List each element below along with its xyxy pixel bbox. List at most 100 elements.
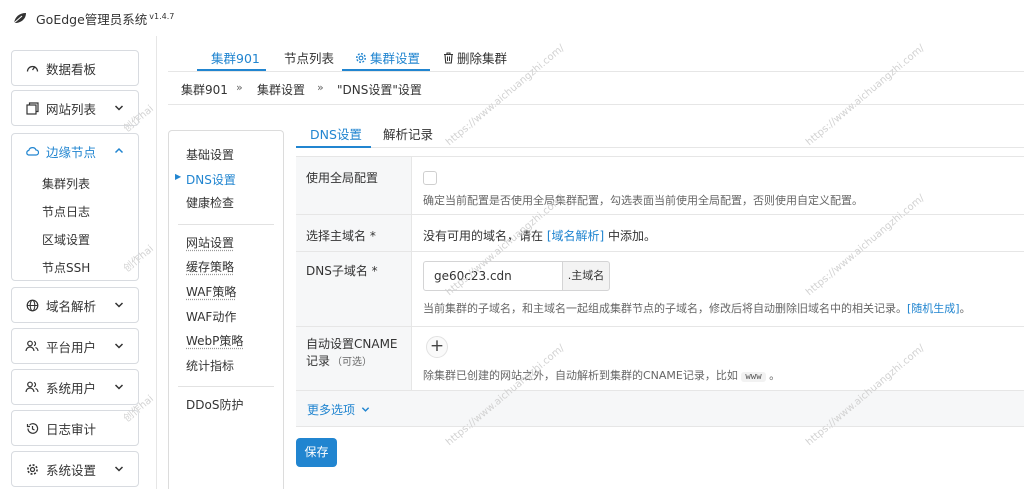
tab-cluster-underline <box>197 69 266 71</box>
menu-edge-nodes[interactable]: 边缘节点 <box>12 134 138 168</box>
tab-nodes[interactable]: 节点列表 <box>284 48 334 67</box>
main-domain-message: 没有可用的域名，请在 [域名解析] 中添加。 <box>423 227 656 244</box>
second-menu-divider <box>178 386 274 387</box>
dashboard-gauge-icon <box>25 61 39 75</box>
chevron-down-icon <box>114 343 124 349</box>
second-menu-ddos[interactable]: DDoS防护 <box>186 396 243 413</box>
cname-optional: （可选） <box>332 357 372 368</box>
breadcrumb-divider <box>168 104 1024 105</box>
trash-icon <box>444 51 453 64</box>
breadcrumb-cluster[interactable]: 集群901 <box>181 81 228 98</box>
active-arrow-icon: ▶ <box>175 172 182 181</box>
globe-icon <box>25 298 39 312</box>
sidebar-divider <box>156 36 157 489</box>
second-menu-webp[interactable]: WebP策略 <box>186 332 243 349</box>
tab-settings-underline <box>342 69 430 71</box>
row-more-options: 更多选项 <box>296 391 1024 427</box>
more-options-label: 更多选项 <box>307 403 356 417</box>
submenu-cluster-list[interactable]: 集群列表 <box>42 175 90 192</box>
menu-dns[interactable]: 域名解析 <box>11 287 139 323</box>
second-menu-metrics[interactable]: 统计指标 <box>186 357 234 374</box>
use-global-checkbox[interactable] <box>423 171 437 185</box>
history-icon <box>25 421 39 435</box>
menu-system-users[interactable]: 系统用户 <box>11 369 139 405</box>
main-domain-text-before: 没有可用的域名，请在 <box>423 229 544 243</box>
submenu-node-logs[interactable]: 节点日志 <box>42 203 90 220</box>
main-domain-text-after: 中添加。 <box>608 229 657 243</box>
app-version: v1.4.7 <box>149 11 175 21</box>
users-icon <box>25 380 39 394</box>
users-icon <box>25 339 39 353</box>
tab-delete-cluster-label: 删除集群 <box>457 51 508 66</box>
dns-settings-form: 使用全局配置 确定当前配置是否使用全局集群配置，勾选表面当前使用全局配置，否则使… <box>296 156 1024 427</box>
menu-settings[interactable]: 系统设置 <box>11 451 139 487</box>
submenu-node-ssh[interactable]: 节点SSH <box>42 259 90 276</box>
menu-platform-users-label: 平台用户 <box>46 339 97 355</box>
value-cell: + 除集群已创建的网站之外，自动解析到集群的CNAME记录，比如 www 。 <box>412 327 1024 390</box>
chevron-up-icon <box>114 147 124 154</box>
second-menu-health[interactable]: 健康检查 <box>186 194 234 211</box>
window-icon <box>25 101 39 115</box>
leaf-logo-icon <box>13 13 26 24</box>
chevron-down-icon <box>114 466 124 472</box>
chevron-down-icon <box>114 384 124 390</box>
cname-comment-text: 除集群已创建的网站之外，自动解析到集群的CNAME记录，比如 <box>423 369 738 382</box>
chevron-down-icon <box>114 302 124 308</box>
breadcrumb-separator: » <box>236 81 243 94</box>
random-generate-link[interactable]: [随机生成] <box>907 302 960 315</box>
row-main-domain: 选择主域名 * 没有可用的域名，请在 [域名解析] 中添加。 <box>296 215 1024 252</box>
cname-example-code: www <box>741 372 766 382</box>
second-menu-waf-policy[interactable]: WAF策略 <box>186 283 236 300</box>
second-menu-waf-action[interactable]: WAF动作 <box>186 308 236 325</box>
label-cell: 选择主域名 * <box>296 215 412 251</box>
tab-delete-cluster[interactable]: 删除集群 <box>443 48 507 67</box>
tab-cluster[interactable]: 集群901 <box>211 48 260 67</box>
app-title-text: GoEdge管理员系统 <box>36 12 148 27</box>
menu-system-users-label: 系统用户 <box>46 380 97 396</box>
dns-link[interactable]: [域名解析] <box>547 229 604 243</box>
app-title[interactable]: GoEdge管理员系统 v1.4.7 <box>36 9 174 28</box>
cloud-icon <box>25 144 39 158</box>
save-button[interactable]: 保存 <box>296 438 337 467</box>
breadcrumb-current: "DNS设置"设置 <box>337 83 422 97</box>
cname-comment: 除集群已创建的网站之外，自动解析到集群的CNAME记录，比如 www 。 <box>423 367 780 383</box>
use-global-label: 使用全局配置 <box>306 171 379 185</box>
menu-dns-label: 域名解析 <box>46 298 97 314</box>
submenu-region-settings[interactable]: 区域设置 <box>42 231 90 248</box>
subdomain-label: DNS子域名 * <box>306 264 378 278</box>
value-cell: 确定当前配置是否使用全局集群配置，勾选表面当前使用全局配置，否则使用自定义配置。 <box>412 157 1024 214</box>
subtab-divider <box>296 147 1024 148</box>
menu-platform-users[interactable]: 平台用户 <box>11 328 139 364</box>
menu-websites-label: 网站列表 <box>46 101 97 117</box>
gear-icon <box>356 52 366 63</box>
menu-websites[interactable]: 网站列表 <box>11 90 139 126</box>
watermark-url: https://www.aichuangzhi.com/ <box>804 42 927 149</box>
value-cell: ge60c23.cdn .主域名 当前集群的子域名，和主域名一起组成集群节点的子… <box>412 252 1024 326</box>
menu-dashboard-label: 数据看板 <box>46 61 97 77</box>
chevron-down-icon <box>114 105 124 111</box>
second-menu-website[interactable]: 网站设置 <box>186 234 234 251</box>
label-cell: DNS子域名 * <box>296 252 412 326</box>
menu-audit-logs[interactable]: 日志审计 <box>11 410 139 446</box>
second-menu-basic[interactable]: 基础设置 <box>186 146 234 163</box>
tab-cluster-settings[interactable]: 集群设置 <box>355 48 420 67</box>
second-menu-divider <box>178 224 274 225</box>
cname-comment-end: 。 <box>769 369 781 382</box>
second-menu-dns[interactable]: DNS设置 <box>186 171 236 188</box>
tabs-divider <box>168 71 1024 72</box>
subdomain-input[interactable]: ge60c23.cdn <box>423 261 563 291</box>
more-options-toggle[interactable]: 更多选项 <box>307 401 370 418</box>
menu-dashboard[interactable]: 数据看板 <box>11 50 139 86</box>
menu-audit-logs-label: 日志审计 <box>46 421 97 437</box>
subtab-records[interactable]: 解析记录 <box>383 124 433 143</box>
label-cell: 使用全局配置 <box>296 157 412 214</box>
row-cname: 自动设置CNAME记录 （可选） + 除集群已创建的网站之外，自动解析到集群的C… <box>296 327 1024 391</box>
subtab-dns[interactable]: DNS设置 <box>310 124 362 143</box>
label-cell: 自动设置CNAME记录 （可选） <box>296 327 412 390</box>
subdomain-comment-text: 当前集群的子域名，和主域名一起组成集群节点的子域名，修改后将自动删除旧域名中的相… <box>423 302 907 315</box>
add-cname-button[interactable]: + <box>426 336 448 358</box>
second-menu-cache[interactable]: 缓存策略 <box>186 258 234 275</box>
gear-icon <box>25 462 39 476</box>
row-subdomain: DNS子域名 * ge60c23.cdn .主域名 当前集群的子域名，和主域名一… <box>296 252 1024 327</box>
breadcrumb-cluster-settings[interactable]: 集群设置 <box>257 81 305 98</box>
